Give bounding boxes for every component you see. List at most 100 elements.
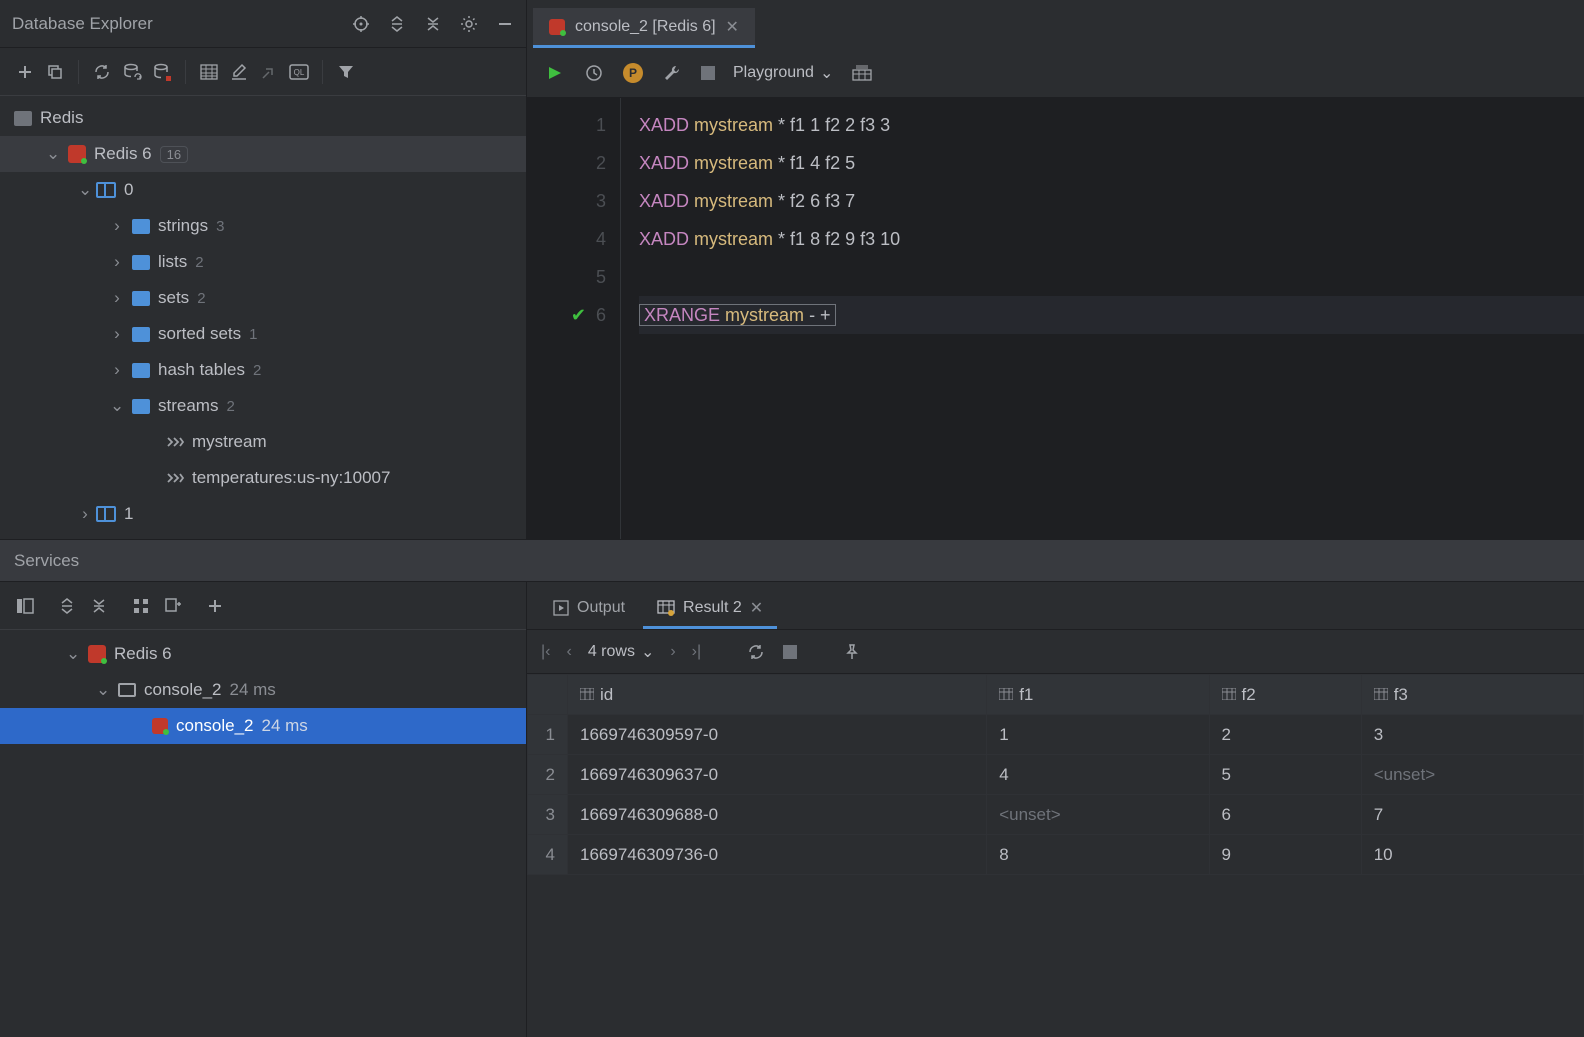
table-row[interactable]: 41669746309736-08910 xyxy=(528,835,1584,875)
folder-icon xyxy=(132,363,150,378)
tree-group-hash-tables[interactable]: › hash tables 2 xyxy=(0,352,526,388)
tree-group-lists[interactable]: › lists 2 xyxy=(0,244,526,280)
tree-group-sets[interactable]: › sets 2 xyxy=(0,280,526,316)
db-refresh-icon[interactable] xyxy=(121,61,143,83)
services-connection[interactable]: ⌄ Redis 6 xyxy=(0,636,526,672)
table-cell[interactable]: 1 xyxy=(987,715,1209,755)
table-cell[interactable]: 8 xyxy=(987,835,1209,875)
tree-root-redis[interactable]: Redis xyxy=(0,100,526,136)
run-icon[interactable] xyxy=(543,62,565,84)
prev-page-icon[interactable]: ‹ xyxy=(566,643,571,661)
tree-database-0[interactable]: ⌄ 0 xyxy=(0,172,526,208)
expand-all-icon[interactable] xyxy=(388,15,406,33)
editor-gutter: 12345✔6 xyxy=(527,98,621,539)
table-cell[interactable]: 1669746309597-0 xyxy=(568,715,987,755)
tree-label: console_2 xyxy=(144,680,222,700)
count-label: 1 xyxy=(249,326,257,343)
tab-output[interactable]: Output xyxy=(539,589,639,629)
filter-tree-icon[interactable] xyxy=(162,595,184,617)
table-row[interactable]: 31669746309688-0<unset>67 xyxy=(528,795,1584,835)
stream-icon xyxy=(166,435,184,449)
target-icon[interactable] xyxy=(352,15,370,33)
db-stop-icon[interactable] xyxy=(151,61,173,83)
settings-table-icon[interactable] xyxy=(851,62,873,84)
tree-group-streams[interactable]: ⌄ streams 2 xyxy=(0,388,526,424)
services-tree: ⌄ Redis 6 ⌄ console_2 24 ms console_2 24… xyxy=(0,630,526,1037)
table-row[interactable]: 11669746309597-0123 xyxy=(528,715,1584,755)
refresh-icon[interactable] xyxy=(91,61,113,83)
services-console-run[interactable]: console_2 24 ms xyxy=(0,708,526,744)
table-icon[interactable] xyxy=(198,61,220,83)
table-cell[interactable]: 1669746309736-0 xyxy=(568,835,987,875)
stop-icon[interactable] xyxy=(783,645,797,659)
add-icon[interactable] xyxy=(204,595,226,617)
next-page-icon[interactable]: › xyxy=(670,643,675,661)
column-header[interactable]: f3 xyxy=(1361,675,1583,715)
services-toolbar xyxy=(0,582,526,630)
query-console-icon[interactable]: QL xyxy=(288,61,310,83)
history-icon[interactable] xyxy=(583,62,605,84)
rows-dropdown[interactable]: 4 rows ⌄ xyxy=(588,642,655,662)
count-label: 2 xyxy=(197,290,205,307)
tree-label: strings xyxy=(158,216,208,236)
tab-console-2[interactable]: console_2 [Redis 6] ✕ xyxy=(533,8,755,48)
column-header[interactable]: f2 xyxy=(1209,675,1361,715)
last-page-icon[interactable]: ›| xyxy=(692,643,701,661)
row-number: 2 xyxy=(528,755,568,795)
tab-label: console_2 [Redis 6] xyxy=(575,18,716,36)
tree-item[interactable]: temperatures:us-ny:10007 xyxy=(0,460,526,496)
collapse-all-icon[interactable] xyxy=(424,15,442,33)
tree-connection[interactable]: ⌄ Redis 6 16 xyxy=(0,136,526,172)
table-cell[interactable]: 4 xyxy=(987,755,1209,795)
folder-icon xyxy=(132,219,150,234)
tree-item[interactable]: mystream xyxy=(0,424,526,460)
jump-icon[interactable] xyxy=(258,61,280,83)
minimize-icon[interactable] xyxy=(496,15,514,33)
stop-icon[interactable] xyxy=(701,66,715,80)
duplicate-icon[interactable] xyxy=(44,61,66,83)
add-icon[interactable] xyxy=(14,61,36,83)
tree-group-strings[interactable]: › strings 3 xyxy=(0,208,526,244)
row-number: 1 xyxy=(528,715,568,755)
chevron-right-icon: › xyxy=(110,252,124,272)
tab-result-2[interactable]: Result 2 ✕ xyxy=(643,589,777,629)
mode-dropdown[interactable]: Playground ⌄ xyxy=(733,63,833,83)
table-cell[interactable]: 5 xyxy=(1209,755,1361,795)
column-header[interactable]: f1 xyxy=(987,675,1209,715)
gear-icon[interactable] xyxy=(460,15,478,33)
services-console-group[interactable]: ⌄ console_2 24 ms xyxy=(0,672,526,708)
close-icon[interactable]: ✕ xyxy=(750,598,763,618)
close-icon[interactable]: ✕ xyxy=(726,17,739,37)
table-cell[interactable]: 7 xyxy=(1361,795,1583,835)
wrench-icon[interactable] xyxy=(661,62,683,84)
collapse-all-icon[interactable] xyxy=(88,595,110,617)
code-editor[interactable]: 12345✔6 XADD mystream * f1 1 f2 2 f3 3XA… xyxy=(527,98,1584,539)
profile-badge[interactable]: P xyxy=(623,63,643,83)
table-row[interactable]: 21669746309637-045<unset> xyxy=(528,755,1584,795)
layout-icon[interactable] xyxy=(14,595,36,617)
folder-icon xyxy=(132,255,150,270)
result-table[interactable]: idf1f2f3 11669746309597-0123216697463096… xyxy=(527,674,1584,875)
table-cell[interactable]: <unset> xyxy=(987,795,1209,835)
table-cell[interactable]: <unset> xyxy=(1361,755,1583,795)
table-cell[interactable]: 2 xyxy=(1209,715,1361,755)
first-page-icon[interactable]: |‹ xyxy=(541,643,550,661)
editor-code[interactable]: XADD mystream * f1 1 f2 2 f3 3XADD mystr… xyxy=(621,98,1584,539)
tree-group-sorted-sets[interactable]: › sorted sets 1 xyxy=(0,316,526,352)
grid-icon[interactable] xyxy=(130,595,152,617)
tree-database-1[interactable]: › 1 xyxy=(0,496,526,532)
filter-icon[interactable] xyxy=(335,61,357,83)
tree-label: streams xyxy=(158,396,218,416)
table-cell[interactable]: 10 xyxy=(1361,835,1583,875)
table-cell[interactable]: 3 xyxy=(1361,715,1583,755)
table-cell[interactable]: 9 xyxy=(1209,835,1361,875)
pin-icon[interactable] xyxy=(841,641,863,663)
refresh-icon[interactable] xyxy=(745,641,767,663)
editor-toolbar: P Playground ⌄ xyxy=(527,48,1584,98)
table-cell[interactable]: 6 xyxy=(1209,795,1361,835)
edit-icon[interactable] xyxy=(228,61,250,83)
table-cell[interactable]: 1669746309637-0 xyxy=(568,755,987,795)
column-header[interactable]: id xyxy=(568,675,987,715)
table-cell[interactable]: 1669746309688-0 xyxy=(568,795,987,835)
expand-all-icon[interactable] xyxy=(56,595,78,617)
